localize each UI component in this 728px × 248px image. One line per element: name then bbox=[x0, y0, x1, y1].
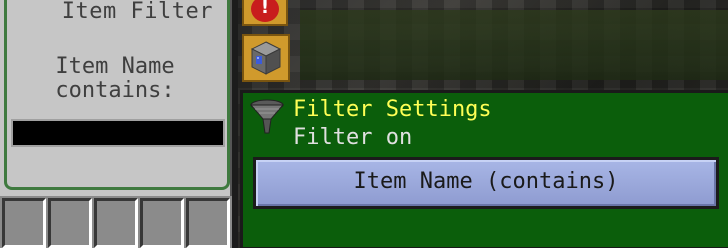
funnel-icon bbox=[249, 99, 285, 134]
inventory-slot[interactable] bbox=[140, 198, 184, 248]
item-name-input[interactable] bbox=[11, 119, 225, 147]
filter-settings-tab[interactable] bbox=[242, 34, 290, 82]
item-filter-panel: Item Filter Item Name contains: bbox=[0, 0, 232, 196]
filter-settings-title: Filter Settings bbox=[293, 97, 492, 122]
filter-settings-panel: Filter Settings Filter on Item Name (con… bbox=[240, 90, 728, 248]
filter-cube-icon bbox=[250, 41, 282, 75]
inventory-slot[interactable] bbox=[186, 198, 230, 248]
alert-tab[interactable]: ! bbox=[242, 0, 288, 26]
filter-status-text: Filter on bbox=[293, 125, 413, 150]
inventory-slot[interactable] bbox=[2, 198, 46, 248]
item-filter-box: Item Filter Item Name contains: bbox=[4, 0, 230, 190]
warning-icon: ! bbox=[251, 0, 279, 22]
item-filter-title: Item Filter bbox=[61, 0, 213, 24]
game-screen: Item Filter Item Name contains: ! Filter… bbox=[0, 0, 728, 248]
inventory-slot[interactable] bbox=[94, 198, 138, 248]
item-name-contains-label: Item Name contains: bbox=[55, 54, 175, 103]
inventory-slot[interactable] bbox=[48, 198, 92, 248]
inventory-slots bbox=[0, 196, 232, 248]
filter-mode-button[interactable]: Item Name (contains) bbox=[253, 157, 719, 209]
world-grass-area bbox=[300, 10, 728, 80]
